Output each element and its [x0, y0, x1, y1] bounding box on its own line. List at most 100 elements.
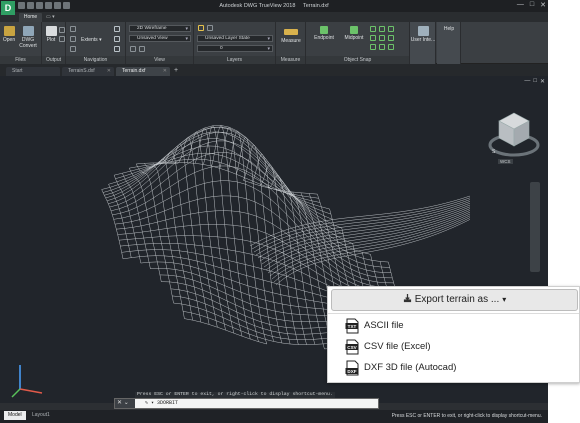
title-bar: Autodesk DWG TrueView 2018 Terrain.dxf —… — [0, 0, 548, 12]
panel-navigation-title: Navigation — [66, 56, 125, 64]
menu-item-label: DXF 3D file (Autocad) — [364, 362, 457, 373]
doc-tab-start[interactable]: Start — [6, 67, 60, 76]
help-button[interactable]: Help — [437, 26, 461, 32]
intersection-snap-icon[interactable] — [370, 35, 376, 41]
app-name: Autodesk DWG TrueView 2018 — [219, 3, 296, 9]
endpoint-snap-button[interactable]: Endpoint — [310, 26, 338, 41]
visual-style-dropdown[interactable]: 2D Wireframe — [129, 25, 191, 32]
close-tab-icon[interactable]: ✕ — [107, 67, 111, 76]
viewport-controls: — □ ✕ — [524, 78, 545, 85]
measure-button[interactable]: Measure — [278, 26, 304, 44]
status-message: Press ESC or ENTER to exit, or right-cli… — [391, 413, 542, 419]
printer-icon — [45, 26, 57, 36]
menu-item-label: CSV file (Excel) — [364, 341, 431, 352]
menu-item-dxf[interactable]: DXF DXF 3D file (Autocad) — [342, 358, 572, 377]
layer-state-dropdown[interactable]: Unsaved Layer State — [197, 35, 273, 42]
panel-measure: Measure Measure — [276, 22, 306, 64]
endpoint-label: Endpoint — [314, 35, 334, 41]
viewport-restore-button[interactable]: □ — [533, 78, 537, 85]
tab-layout1[interactable]: Layout1 — [28, 411, 54, 420]
extents-label: Extents — [81, 37, 98, 43]
export-button-label: Export terrain as ... — [414, 294, 500, 305]
doc-tab-terrains[interactable]: TerrainS.dxf ✕ — [62, 67, 114, 76]
command-line-buttons[interactable]: ✕ ⌄ — [115, 399, 135, 408]
tab-home[interactable]: Home — [19, 13, 42, 22]
ribbon: Open DWG Convert Files Plot Output Exten… — [0, 22, 548, 64]
node-snap-icon[interactable] — [379, 26, 385, 32]
center-snap-icon[interactable] — [370, 26, 376, 32]
maximize-button[interactable]: □ — [530, 1, 534, 9]
batch-plot-icon[interactable] — [59, 27, 65, 33]
perpendicular-snap-icon[interactable] — [370, 44, 376, 50]
plot-button[interactable]: Plot — [44, 26, 58, 43]
tangent-snap-icon[interactable] — [379, 44, 385, 50]
csv-file-icon: CSV — [345, 339, 359, 355]
document-tab-bar: Start TerrainS.dxf ✕ Terrain.dxf ✕ + — [0, 64, 548, 76]
wcs-menu[interactable]: WCS — [498, 159, 513, 164]
midpoint-snap-button[interactable]: Midpoint — [340, 26, 368, 41]
view-manager-icon[interactable] — [130, 46, 136, 52]
midpoint-label: Midpoint — [344, 35, 364, 41]
panel-view-title: View — [126, 56, 193, 64]
page-setup-icon[interactable] — [59, 36, 65, 42]
close-button[interactable]: ✕ — [540, 1, 546, 9]
minimize-button[interactable]: — — [517, 1, 524, 9]
orbit-icon[interactable] — [70, 36, 76, 42]
measure-label: Measure — [281, 38, 301, 44]
viewport-minimize-button[interactable]: — — [524, 78, 530, 85]
doc-tab-terrain[interactable]: Terrain.dxf ✕ — [116, 67, 170, 76]
close-tab-icon[interactable]: ✕ — [163, 67, 167, 76]
menu-item-ascii[interactable]: TXT ASCII file — [342, 316, 572, 335]
export-format-menu: TXT ASCII file CSV CSV file (Excel) DXF … — [328, 313, 579, 381]
txt-file-icon: TXT — [345, 318, 359, 334]
tab-model[interactable]: Model — [4, 411, 26, 420]
dwg-convert-button[interactable]: DWG Convert — [17, 26, 39, 49]
command-line[interactable]: ✕ ⌄ ✎ ▾ 3DORBIT — [114, 398, 379, 409]
app-logo-icon[interactable]: D — [1, 1, 15, 15]
layer-properties-icon[interactable] — [198, 25, 204, 31]
open-button[interactable]: Open — [2, 26, 16, 43]
steering-wheel-icon[interactable] — [114, 26, 120, 32]
export-terrain-button[interactable]: Export terrain as ... ▾ — [331, 289, 578, 311]
layer-isolate-icon[interactable] — [207, 25, 213, 31]
svg-text:TXT: TXT — [348, 324, 357, 329]
panel-view: 2D Wireframe Unsaved View View — [126, 22, 194, 64]
panel-output-title: Output — [42, 56, 65, 64]
layer-dropdown[interactable]: 0 — [197, 45, 273, 52]
new-tab-button[interactable]: + — [172, 67, 180, 75]
menu-item-csv[interactable]: CSV CSV file (Excel) — [342, 337, 572, 356]
insertion-snap-icon[interactable] — [388, 35, 394, 41]
ruler-icon — [284, 29, 298, 35]
zoom-window-icon[interactable] — [114, 46, 120, 52]
showmotion-icon[interactable] — [114, 36, 120, 42]
ribbon-minimize-toggle[interactable]: ▭ ▾ — [46, 14, 55, 20]
dwg-convert-label: DWG Convert — [19, 37, 37, 49]
panel-measure-title: Measure — [276, 56, 305, 64]
viewport-config-icon[interactable] — [139, 46, 145, 52]
viewport-close-button[interactable]: ✕ — [540, 78, 545, 85]
midpoint-icon — [350, 26, 358, 34]
panel-object-snap-title: Object Snap — [306, 56, 409, 64]
dwg-convert-icon — [22, 26, 34, 36]
export-terrain-dropdown: Export terrain as ... ▾ TXT ASCII file CS… — [327, 286, 580, 383]
viewcube-icon[interactable]: S — [483, 103, 545, 165]
panel-layers: Unsaved Layer State 0 Layers — [194, 22, 276, 64]
ucs-axis-icon — [11, 365, 43, 398]
doc-tab-label: TerrainS.dxf — [68, 68, 95, 74]
zoom-icon[interactable] — [70, 46, 76, 52]
nearest-snap-icon[interactable] — [388, 44, 394, 50]
window-controls: — □ ✕ — [517, 1, 546, 9]
quadrant-snap-icon[interactable] — [388, 26, 394, 32]
folder-icon — [3, 26, 15, 36]
pan-icon[interactable] — [70, 26, 76, 32]
extension-snap-icon[interactable] — [379, 35, 385, 41]
navigation-bar[interactable] — [530, 182, 540, 272]
named-view-dropdown[interactable]: Unsaved View — [129, 35, 191, 42]
user-interface-icon — [417, 26, 429, 36]
command-prompt[interactable]: ✎ ▾ 3DORBIT — [145, 400, 178, 407]
extents-button[interactable]: Extents ▾ — [81, 37, 111, 43]
panel-output: Plot Output — [42, 22, 66, 64]
panel-files: Open DWG Convert Files — [0, 22, 42, 64]
panel-help: Help — [437, 22, 461, 64]
user-interface-button[interactable]: User Inte... — [410, 26, 436, 43]
